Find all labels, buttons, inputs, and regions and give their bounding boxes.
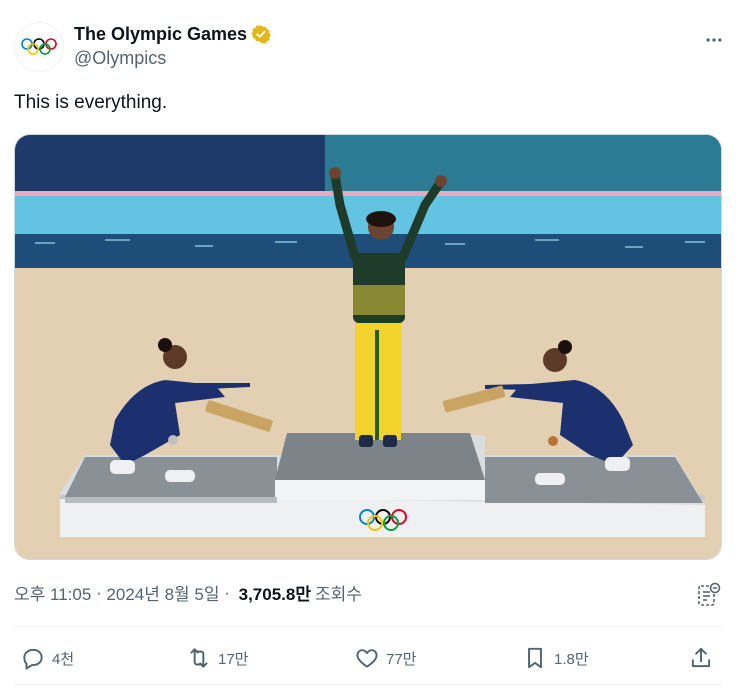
repost-button[interactable]: 17만 bbox=[186, 638, 249, 678]
more-button[interactable] bbox=[696, 22, 732, 58]
more-horizontal-icon bbox=[706, 38, 722, 42]
author-names: The Olympic Games @Olympics bbox=[74, 22, 271, 69]
like-count: 77만 bbox=[386, 650, 417, 668]
share-button[interactable] bbox=[688, 638, 714, 678]
divider bbox=[14, 684, 722, 685]
tweet-header: The Olympic Games @Olympics bbox=[14, 14, 732, 78]
tweet-time[interactable]: 오후 11:05 bbox=[14, 580, 91, 605]
tweet-date[interactable]: 2024년 8월 5일 bbox=[106, 580, 219, 605]
photo-gymnastics-podium bbox=[15, 135, 721, 559]
bookmark-icon bbox=[528, 647, 542, 669]
handle[interactable]: @Olympics bbox=[74, 48, 271, 69]
analytics-icon bbox=[698, 582, 721, 606]
repost-icon bbox=[190, 648, 208, 668]
meta-separator: · bbox=[219, 582, 235, 602]
action-bar: 4천 17만 77만 1.8만 bbox=[14, 638, 722, 678]
views-count: 3,705.8만 bbox=[238, 585, 311, 604]
divider bbox=[14, 626, 722, 627]
gold-verified-badge-icon[interactable] bbox=[251, 24, 271, 44]
meta-separator: · bbox=[91, 582, 107, 602]
reply-icon bbox=[23, 648, 43, 670]
reply-count: 4천 bbox=[52, 650, 75, 668]
share-icon bbox=[691, 647, 711, 668]
olympic-rings-icon bbox=[21, 38, 57, 55]
repost-count: 17만 bbox=[218, 650, 249, 668]
avatar[interactable] bbox=[14, 22, 64, 72]
tweet-meta: 오후 11:05 · 2024년 8월 5일 · 3,705.8만 조회수 bbox=[14, 580, 362, 605]
bookmark-button[interactable]: 1.8만 bbox=[522, 638, 589, 678]
like-button[interactable]: 77만 bbox=[354, 638, 417, 678]
bookmark-count: 1.8만 bbox=[554, 650, 589, 668]
analytics-button[interactable] bbox=[696, 582, 722, 608]
display-name-row: The Olympic Games bbox=[74, 22, 271, 46]
tweet-photo[interactable] bbox=[14, 134, 722, 560]
reply-button[interactable]: 4천 bbox=[20, 638, 74, 678]
heart-icon bbox=[356, 649, 378, 668]
tweet-text: This is everything. bbox=[14, 92, 168, 113]
display-name[interactable]: The Olympic Games bbox=[74, 24, 247, 45]
views-label: 조회수 bbox=[314, 585, 362, 604]
